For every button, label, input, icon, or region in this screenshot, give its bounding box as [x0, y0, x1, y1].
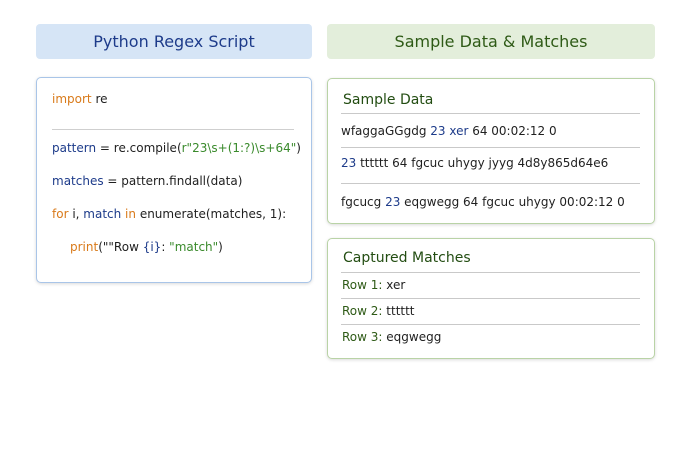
variable-pattern: pattern	[52, 141, 97, 155]
match-highlight: 23 xer	[430, 124, 469, 138]
code-text: i,	[68, 207, 84, 221]
match-label: Row 1:	[342, 278, 383, 292]
code-divider	[52, 129, 294, 130]
code-text: re	[91, 92, 108, 106]
function-print: print	[70, 240, 99, 254]
divider	[341, 183, 640, 184]
script-panel-header: Python Regex Script	[36, 24, 312, 59]
sample-data-title: Sample Data	[343, 92, 434, 108]
code-text: = re.compile(	[96, 141, 182, 155]
variable-match: match	[83, 207, 122, 221]
match-value: tttttt	[386, 304, 415, 318]
row-text: wfaggaGGgdg	[341, 124, 431, 138]
keyword-for: for	[52, 207, 69, 221]
match-value: xer	[386, 278, 406, 292]
sample-row-1: wfaggaGGgdg 23 xer 64 00:02:12 0	[341, 124, 557, 138]
match-row-1: Row 1: xer	[342, 278, 405, 292]
divider	[341, 147, 640, 148]
script-panel-title: Python Regex Script	[93, 32, 255, 51]
data-panel-header: Sample Data & Matches	[327, 24, 655, 59]
sample-row-3: fgcucg 23 eqgwegg 64 fgcuc uhygy 00:02:1…	[341, 195, 625, 209]
keyword-in: in	[121, 207, 136, 221]
match-row-3: Row 3: eqgwegg	[342, 330, 441, 344]
match-value: eqgwegg	[386, 330, 442, 344]
code-line-matches: matches = pattern.findall(data)	[52, 174, 242, 188]
match-label: Row 3:	[342, 330, 383, 344]
keyword-import: import	[52, 92, 92, 106]
code-text: = pattern.findall(data)	[103, 174, 243, 188]
row-text: tttttt 64 fgcuc uhygy jyyg 4d8y865d64e6	[356, 156, 609, 170]
divider	[341, 324, 640, 325]
variable-matches: matches	[52, 174, 104, 188]
code-line-print: print(""Row {i}: "match")	[70, 240, 223, 254]
match-row-2: Row 2: tttttt	[342, 304, 415, 318]
row-text: fgcucg	[341, 195, 386, 209]
captured-matches-title: Captured Matches	[343, 250, 471, 266]
match-highlight: 23	[385, 195, 401, 209]
captured-matches-panel: Captured Matches Row 1: xer Row 2: ttttt…	[327, 238, 655, 359]
sample-data-panel: Sample Data wfaggaGGgdg 23 xer 64 00:02:…	[327, 78, 655, 224]
format-var-i: {i}	[142, 240, 162, 254]
code-text: "Row	[108, 240, 143, 254]
data-panel-title: Sample Data & Matches	[394, 32, 588, 51]
code-line-pattern: pattern = re.compile(r"23\s+(1:?)\s+64")	[52, 141, 301, 155]
row-text: eqgwegg 64 fgcuc uhygy 00:02:12 0	[400, 195, 625, 209]
code-text: enumerate(matches, 1):	[136, 207, 287, 221]
code-line-for: for i, match in enumerate(matches, 1):	[52, 207, 286, 221]
format-string-match: "match"	[169, 240, 219, 254]
sample-row-2: 23 tttttt 64 fgcuc uhygy jyyg 4d8y865d64…	[341, 156, 608, 170]
code-text: )	[296, 141, 301, 155]
code-text: ("	[98, 240, 109, 254]
code-text: :	[161, 240, 170, 254]
divider	[341, 272, 640, 273]
divider	[341, 298, 640, 299]
code-editor[interactable]: import re pattern = re.compile(r"23\s+(1…	[36, 77, 312, 283]
code-line-import: import re	[52, 92, 108, 106]
match-label: Row 2:	[342, 304, 383, 318]
code-text: )	[218, 240, 223, 254]
row-text: 64 00:02:12 0	[468, 124, 557, 138]
match-highlight: 23	[341, 156, 357, 170]
divider	[341, 113, 640, 114]
regex-string: r"23\s+(1:?)\s+64"	[181, 141, 297, 155]
